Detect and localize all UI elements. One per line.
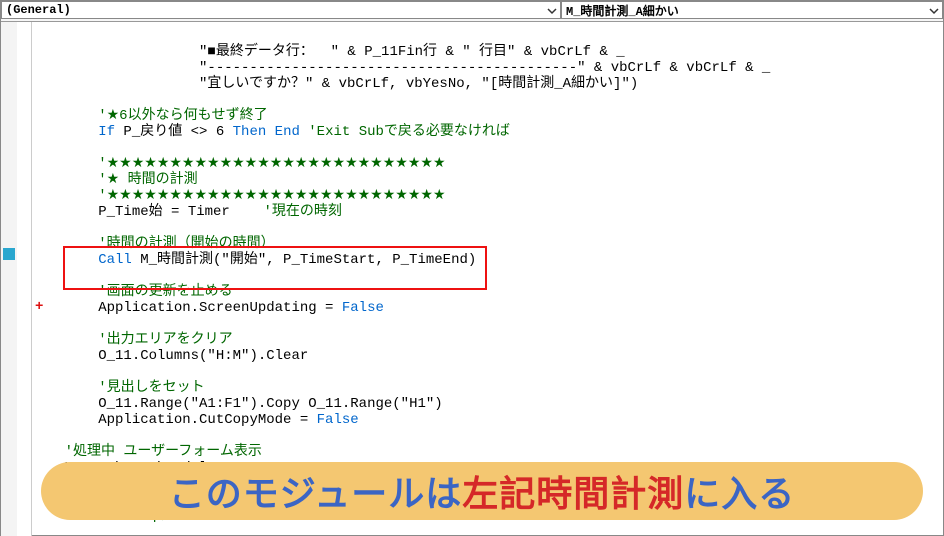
chevron-down-icon [928, 5, 940, 17]
code-line: If P_戻り値 <> 6 Then End 'Exit Subで戻る必要なけれ… [31, 124, 510, 140]
code-comment: '★★★★★★★★★★★★★★★★★★★★★★★★★★★ [31, 188, 446, 204]
code-line: P_Time始 = Timer '現在の時刻 [31, 204, 342, 220]
annotation-text-c: に入る [684, 465, 795, 517]
editor-body: + "■最終データ行： " & P_11Fin行 & " 行目" & vbCrL… [1, 22, 943, 536]
code-line: "■最終データ行： " & P_11Fin行 & " 行目" & vbCrLf … [31, 44, 625, 60]
highlight-box [63, 246, 487, 290]
code-line: Application.CutCopyMode = False [31, 412, 359, 428]
code-comment: '見出しをセット [31, 380, 205, 396]
annotation-text-a: このモジュールは [169, 465, 462, 517]
code-comment: '★★★★★★★★★★★★★★★★★★★★★★★★★★★ [31, 156, 446, 172]
code-line: O_11.Columns("H:M").Clear [31, 348, 308, 364]
toolbar: (General) M_時間計測_A細かい [1, 1, 943, 22]
breakpoint-marker[interactable] [3, 248, 15, 260]
code-line: O_11.Range("A1:F1").Copy O_11.Range("H1"… [31, 396, 443, 412]
breakpoint-gutter[interactable] [1, 22, 18, 536]
code-line: "---------------------------------------… [31, 60, 770, 76]
scope-dropdown-label: (General) [6, 3, 71, 17]
code-comment: '処理中 ユーザーフォーム表示 [31, 444, 262, 460]
code-comment [31, 108, 98, 124]
code-comment: '出力エリアをクリア [31, 332, 233, 348]
code-line: Application.ScreenUpdating = False [31, 300, 384, 316]
procedure-dropdown[interactable]: M_時間計測_A細かい [561, 1, 943, 19]
bookmark-margin[interactable]: + [17, 22, 32, 536]
editor-window: (General) M_時間計測_A細かい + "■最終データ行： " & P_… [0, 0, 944, 536]
annotation-callout: このモジュールは左記時間計測に入る [41, 462, 923, 520]
code-comment: '★ 時間の計測 [31, 172, 198, 188]
scope-dropdown[interactable]: (General) [1, 1, 561, 19]
chevron-down-icon [546, 5, 558, 17]
procedure-dropdown-label: M_時間計測_A細かい [566, 2, 679, 19]
code-line: "宜しいですか？" & vbCrLf, vbYesNo, "[時間計測_A細かい… [31, 76, 638, 92]
annotation-text-b: 左記時間計測 [462, 465, 684, 517]
code-comment: '★6以外なら何もせず終了 [98, 108, 267, 124]
